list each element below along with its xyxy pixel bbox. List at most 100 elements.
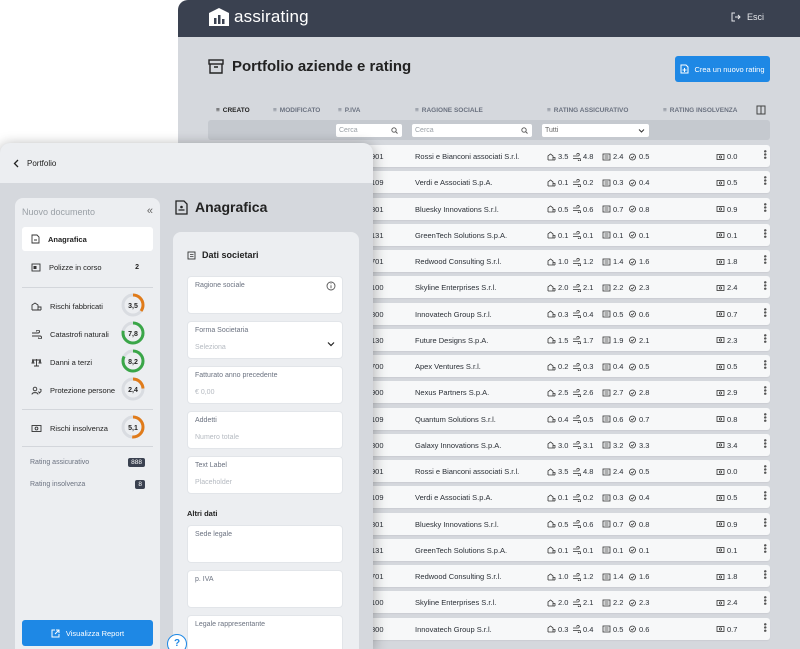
rating-value: 0.7: [613, 519, 624, 529]
row-menu-icon[interactable]: •••: [760, 255, 770, 264]
sidebar-item-protezione[interactable]: Protezione persone 2,4: [22, 377, 153, 403]
rating-value: 2.6: [583, 388, 594, 398]
column-header-piva[interactable]: ≡ P.IVA: [338, 107, 360, 114]
ragione-sociale-field[interactable]: Ragione sociale: [187, 276, 343, 314]
row-menu-icon[interactable]: •••: [760, 412, 770, 421]
rating-value: 2.1: [583, 598, 594, 608]
help-button[interactable]: ?: [167, 634, 187, 649]
logout-button[interactable]: Esci: [731, 12, 764, 22]
sidebar-item-catastrofi[interactable]: Catastrofi naturali 7,8: [22, 321, 153, 347]
name-search-input[interactable]: Cerca: [412, 124, 532, 137]
rating-value: 0.7: [727, 309, 738, 319]
row-rating-ins: 1.8: [716, 572, 737, 581]
row-rating-r1: 0.3: [547, 625, 568, 634]
sidebar-item-insolvenza[interactable]: Rischi insolvenza 5,1: [22, 415, 153, 441]
row-rating-r1: 0.4: [547, 415, 568, 424]
gauge-value: 2,4: [128, 387, 138, 394]
row-menu-icon[interactable]: •••: [760, 360, 770, 369]
row-menu-icon[interactable]: •••: [760, 202, 770, 211]
row-rating-r1: 0.1: [547, 546, 568, 555]
rating-value: 2.4: [613, 152, 624, 161]
row-rating-r3: 0.5: [602, 625, 623, 634]
wind-icon: [573, 493, 581, 502]
building-icon: [547, 389, 556, 397]
row-menu-icon[interactable]: •••: [760, 517, 770, 526]
column-header-insurance-rating[interactable]: ≡ RATING ASSICURATIVO: [547, 107, 628, 114]
row-rating-ins: 0.0: [716, 152, 737, 161]
rating-value: 0.1: [558, 545, 569, 555]
row-menu-icon[interactable]: •••: [760, 570, 770, 579]
row-rating-r2: 0.2: [572, 493, 593, 502]
rating-value: 0.1: [727, 230, 738, 240]
piva-field[interactable]: p. IVA: [187, 570, 343, 608]
column-modified-label: MODIFICATO: [279, 107, 321, 114]
section-title: Anagrafica: [175, 199, 267, 215]
money-icon: [716, 363, 725, 370]
legale-rappresentante-field[interactable]: Legale rappresentante: [187, 615, 343, 649]
document-list-icon: [602, 205, 611, 213]
column-header-company-name[interactable]: ≡ RAGIONE SOCIALE: [415, 107, 483, 114]
info-icon[interactable]: [326, 281, 336, 291]
chevron-down-icon: [327, 342, 335, 347]
rating-value: 0.5: [727, 362, 738, 371]
field-placeholder: Seleziona: [195, 344, 226, 351]
column-header-insolvency-rating[interactable]: ≡ RATING INSOLVENZA: [663, 107, 737, 114]
collapse-icon[interactable]: «: [147, 205, 153, 217]
row-rating-ins: 2.4: [716, 283, 737, 292]
person-shield-icon: [629, 258, 636, 265]
row-menu-icon[interactable]: •••: [760, 334, 770, 343]
row-menu-icon[interactable]: •••: [760, 439, 770, 448]
row-menu-icon[interactable]: •••: [760, 596, 770, 605]
brand-logo[interactable]: assirating: [208, 7, 309, 27]
row-rating-r4: 0.7: [628, 415, 649, 424]
chevron-down-icon: [638, 129, 645, 133]
row-rating-r1: 3.5: [547, 152, 568, 161]
building-icon: [547, 572, 556, 580]
row-menu-icon[interactable]: •••: [760, 229, 770, 238]
wind-icon: [573, 257, 581, 266]
row-menu-icon[interactable]: •••: [760, 386, 770, 395]
rating-value: 0.5: [583, 414, 594, 424]
fatturato-field[interactable]: Fatturato anno precedente € 0,00: [187, 366, 343, 404]
row-menu-icon[interactable]: •••: [760, 491, 770, 500]
sidebar-item-fabbricati[interactable]: Rischi fabbricati 3,5: [22, 293, 153, 319]
row-menu-icon[interactable]: •••: [760, 622, 770, 631]
column-header-created[interactable]: ≡ CREATO: [216, 107, 250, 114]
new-rating-button[interactable]: Crea un nuovo rating: [675, 56, 770, 82]
view-report-button[interactable]: Visualizza Report: [22, 620, 153, 646]
row-menu-icon[interactable]: •••: [760, 150, 770, 159]
sede-legale-field[interactable]: Sede legale: [187, 525, 343, 563]
columns-icon[interactable]: [756, 105, 766, 115]
sidebar-item-danni[interactable]: Danni a terzi 8,2: [22, 349, 153, 375]
gauge-ring: 5,1: [121, 415, 145, 439]
sidebar-item-anagrafica[interactable]: Anagrafica: [22, 227, 153, 251]
column-header-modified[interactable]: ≡ MODIFICATO: [273, 107, 320, 114]
rating-filter-select[interactable]: Tutti: [542, 124, 649, 137]
building-icon: [547, 494, 556, 502]
piva-search-input[interactable]: Cerca: [336, 124, 402, 137]
rating-value: 1.8: [727, 257, 738, 266]
rating-value: 0.1: [583, 230, 594, 240]
row-rating-r1: 0.1: [547, 493, 568, 502]
row-menu-icon[interactable]: •••: [760, 176, 770, 185]
field-label: Legale rappresentante: [195, 621, 266, 628]
addetti-field[interactable]: Addetti Numero totale: [187, 411, 343, 449]
forma-societaria-select[interactable]: Forma Societaria Seleziona: [187, 321, 343, 359]
sidebar-item-polizze[interactable]: Polizze in corso 2: [22, 255, 153, 279]
text-label-field[interactable]: Text Label Placeholder: [187, 456, 343, 494]
row-rating-ins: 0.8: [716, 415, 737, 424]
rating-value: 0.0: [727, 152, 738, 161]
row-menu-icon[interactable]: •••: [760, 544, 770, 553]
building-icon: [547, 362, 556, 370]
row-menu-icon[interactable]: •••: [760, 465, 770, 474]
row-menu-icon[interactable]: •••: [760, 307, 770, 316]
row-rating-r3: 0.1: [602, 231, 623, 240]
rating-value: 1.6: [639, 572, 650, 581]
row-menu-icon[interactable]: •••: [760, 281, 770, 290]
building-icon: [547, 625, 556, 633]
gauge-value: 3,5: [128, 303, 138, 310]
money-icon: [716, 626, 725, 632]
document-list-icon: [602, 336, 611, 344]
back-button[interactable]: Portfolio: [13, 159, 56, 168]
money-icon: [716, 284, 725, 291]
